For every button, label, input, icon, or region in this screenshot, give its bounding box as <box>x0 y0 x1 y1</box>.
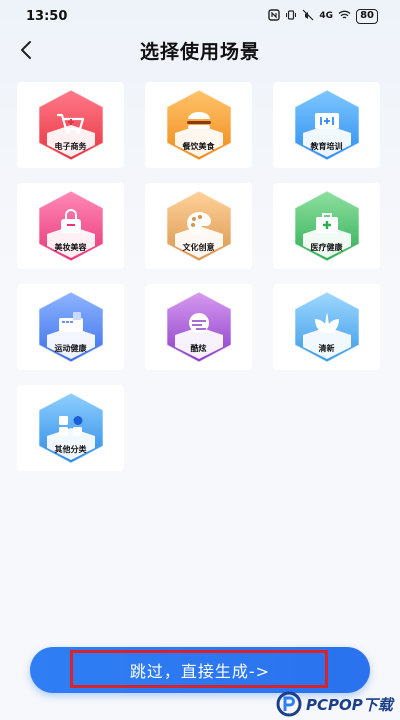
status-bar: 13:50 4G 80 <box>0 0 400 32</box>
header: 选择使用场景 <box>0 32 400 68</box>
scene-label: 餐饮美食 <box>182 142 215 151</box>
scene-label: 文化创意 <box>182 243 215 252</box>
scene-tile[interactable]: 运动健康 <box>17 284 124 370</box>
scene-tile[interactable]: 医疗健康 <box>273 183 380 269</box>
nfc-icon <box>268 8 281 24</box>
scene-tile[interactable]: 文化创意 <box>145 183 252 269</box>
scene-hexagon: 教育培训 <box>287 87 367 163</box>
scene-tile[interactable]: 教育培训 <box>273 82 380 168</box>
page-title: 选择使用场景 <box>139 40 260 63</box>
scene-hexagon: 酷炫 <box>159 289 239 365</box>
pcpop-logo-icon <box>276 691 302 717</box>
skip-generate-button[interactable]: 跳过，直接生成-> <box>30 647 370 693</box>
status-icons: 4G 80 <box>268 8 378 24</box>
scene-hexagon: 文化创意 <box>159 188 239 264</box>
scene-grid: 电子商务 餐饮美食 教育培训美妆美容 文化创意 医疗健康运动健康 酷炫 清新其他分类 <box>17 82 383 471</box>
scene-tile[interactable]: 电子商务 <box>17 82 124 168</box>
scene-label: 教育培训 <box>310 142 343 151</box>
signal-4g-icon: 4G <box>319 11 334 21</box>
scene-label: 医疗健康 <box>310 243 343 252</box>
chevron-left-icon <box>21 41 31 59</box>
battery-indicator: 80 <box>356 8 378 24</box>
scene-label: 酷炫 <box>190 344 207 353</box>
scene-label: 其他分类 <box>54 445 87 454</box>
status-time: 13:50 <box>26 8 68 24</box>
scene-label: 电子商务 <box>54 142 87 151</box>
scene-tile[interactable]: 美妆美容 <box>17 183 124 269</box>
scene-tile[interactable]: 餐饮美食 <box>145 82 252 168</box>
scene-label: 运动健康 <box>54 344 87 353</box>
scene-hexagon: 电子商务 <box>31 87 111 163</box>
scene-hexagon: 清新 <box>287 289 367 365</box>
scene-hexagon: 运动健康 <box>31 289 111 365</box>
scene-tile[interactable]: 清新 <box>273 284 380 370</box>
scene-hexagon: 美妆美容 <box>31 188 111 264</box>
vibrate-icon <box>285 9 297 24</box>
mute-icon <box>302 9 314 24</box>
watermark: PCPOP下载 <box>276 688 400 720</box>
skip-generate-label: 跳过，直接生成-> <box>129 662 271 681</box>
scene-hexagon: 餐饮美食 <box>159 87 239 163</box>
wifi-icon <box>338 9 351 24</box>
scene-hexagon: 其他分类 <box>31 390 111 466</box>
scene-hexagon: 医疗健康 <box>287 188 367 264</box>
scene-label: 美妆美容 <box>54 243 87 252</box>
scene-tile[interactable]: 其他分类 <box>17 385 124 471</box>
watermark-text: PCPOP下载 <box>306 695 393 714</box>
back-button[interactable] <box>10 34 42 66</box>
scene-tile[interactable]: 酷炫 <box>145 284 252 370</box>
scene-label: 清新 <box>318 344 335 353</box>
